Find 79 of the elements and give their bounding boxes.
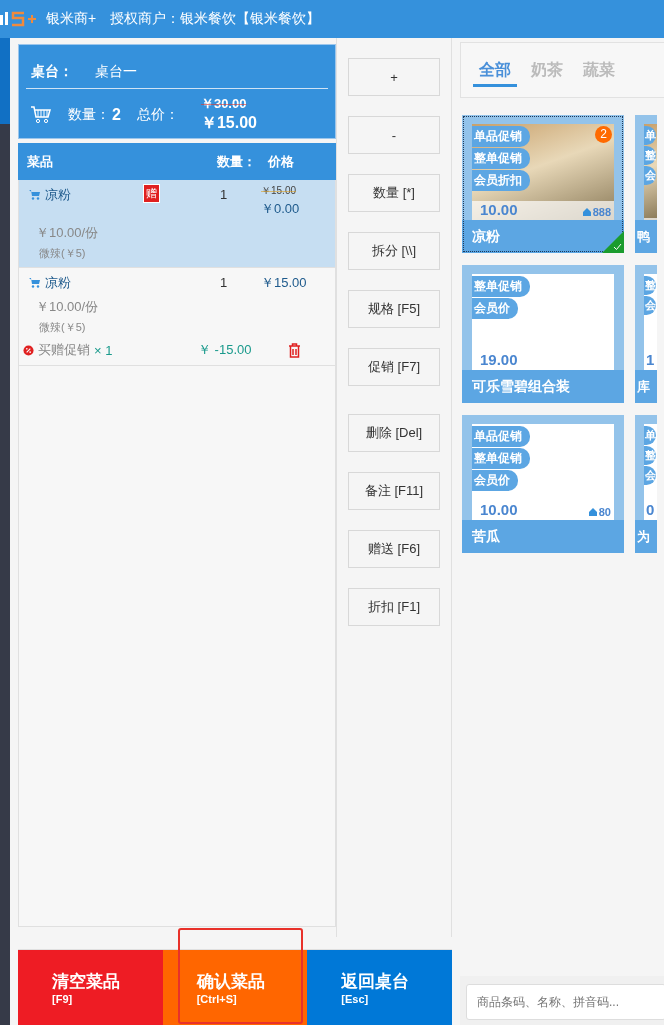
table-name: 桌台一 [95,63,137,81]
column-header: 菜品 [27,152,54,171]
brand-name: 银米商+ [46,10,97,28]
promotion-tag: 单 [644,426,656,445]
product-name: 可乐雪碧组合装 [462,370,624,403]
footer-button[interactable]: 返回桌台 [Esc] [307,950,452,1025]
promotion-tag: 会员价 [472,470,518,491]
quantity-value: 2 [112,105,121,124]
promotion-tag: 整单促销 [472,276,530,297]
gift-badge: 赠 [143,184,160,203]
action-button[interactable]: 备注 [F11] [348,472,440,510]
action-button[interactable]: 赠送 [F6] [348,530,440,568]
product-name: 为 [635,520,657,553]
product-price: 1 [646,351,655,368]
trash-icon[interactable] [288,342,301,358]
stock-count: 80 [598,506,611,518]
dish-quantity: 1 [220,275,229,290]
order-row[interactable]: 凉粉 1 ￥15.00 ￥10.00/份 微辣(￥5) 买赠促销 × 1 ￥ -15.00 [19,268,335,366]
house-icon [582,208,591,216]
promotion-tag: 会 [644,296,656,315]
product-card[interactable]: 整单促销 会员价 19.00 可乐雪碧组合装 [462,265,624,403]
promotion-tag: 整 [644,276,656,295]
total-value: ￥15.00 [200,113,257,133]
promotion-count: × 1 [94,342,114,358]
logo-icon [0,9,38,29]
promotion-tag: 单品促销 [472,126,530,147]
dish-quantity: 1 [220,187,229,202]
promotion-tag: 会 [644,466,656,485]
product-name: 库 [635,370,657,403]
action-button[interactable]: - [348,116,440,154]
product-card[interactable]: 单品促销 整单促销 会员价 10.00 80 苦瓜 [462,415,624,553]
action-button[interactable]: 折扣 [F1] [348,588,440,626]
promotion-tag: 整 [644,446,656,465]
search-field[interactable]: 商品条码、名称、拼音码... [466,984,664,1020]
product-price: 19.00 [480,351,518,368]
product-price: 10.00 [480,201,518,218]
unit-price: ￥10.00/份 [36,224,100,242]
promotion-tag: 会员价 [472,298,518,319]
check-corner-icon [602,231,624,253]
dish-spec: 微辣(￥5) [39,246,87,261]
merchant-label: 授权商户：银米餐饮【银米餐饮】 [110,10,321,28]
unit-price: ￥10.00/份 [36,298,100,316]
footer-button[interactable]: 清空菜品 [F9] [18,950,163,1025]
product-price: 0 [646,501,655,518]
product-card[interactable]: 整 会 1 库 [635,265,657,403]
promotion-amount: ￥ -15.00 [198,341,253,359]
action-button[interactable]: + [348,58,440,96]
action-button[interactable]: 促销 [F7] [348,348,440,386]
cart-icon [29,277,41,288]
total-label: 总价： [136,105,179,124]
table-label: 桌台： [31,63,73,81]
dish-price: ￥0.00 [261,200,300,218]
action-button[interactable]: 数量 [*] [348,174,440,212]
promotion-tag: 会员折扣 [472,170,530,191]
product-name: 鸭 [635,220,657,253]
dish-spec: 微辣(￥5) [39,320,87,335]
product-name: 苦瓜 [462,520,624,553]
cart-icon [29,189,41,200]
promotion-tag: 整单促销 [472,448,530,469]
dish-price: ￥15.00 [261,274,307,292]
action-button[interactable]: 删除 [Del] [348,414,440,452]
promotion-icon [23,344,34,356]
promotion-tag: 单品促销 [472,426,530,447]
action-button[interactable]: 规格 [F5] [348,290,440,328]
action-button[interactable]: 拆分 [\\] [348,232,440,270]
original-total: ￥30.00 [200,95,248,113]
product-price: 10.00 [480,501,518,518]
column-header: 数量： [217,152,257,171]
dish-name: 凉粉 [45,186,72,204]
promotion-tag: 整单促销 [472,148,530,169]
column-header: 价格 [268,152,294,171]
product-card[interactable]: 单 整 会 0 为 [635,415,657,553]
product-name: 凉粉 [462,220,624,253]
dish-name: 凉粉 [45,274,72,292]
house-icon [588,508,597,516]
cart-icon [30,104,52,125]
stock-count: 888 [592,206,611,218]
promotion-name: 买赠促销 [38,341,90,359]
quantity-label: 数量： [68,105,110,124]
